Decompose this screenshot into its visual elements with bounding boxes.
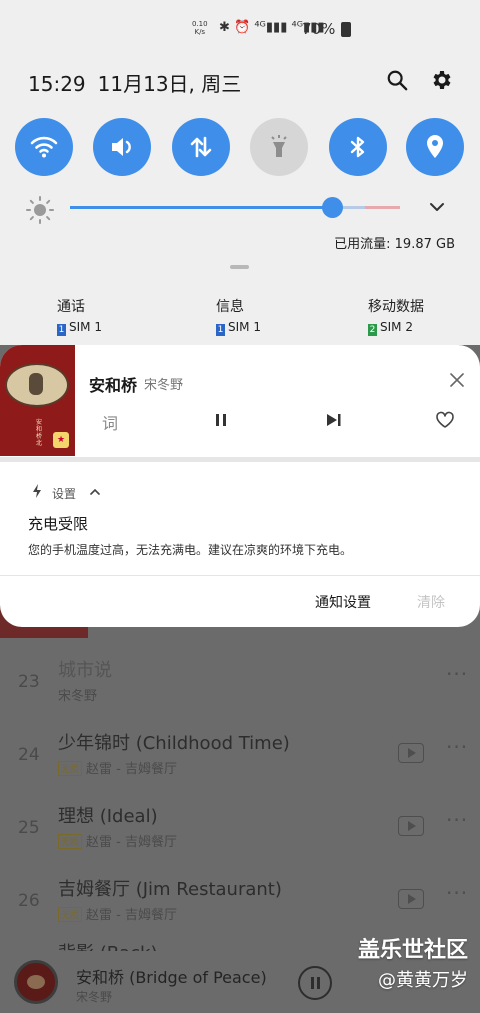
clear-button[interactable]: 清除 [417,592,445,612]
sim-messages[interactable]: 信息 1 SIM 1 [216,296,261,336]
flashlight-icon [271,135,287,157]
more-icon[interactable]: ··· [446,881,468,905]
album-art: 安和桥北 ★ [0,345,75,456]
notification-shade: 0.10 K/s ✱ ⏰ ⁴ᴳ▮▮▮ ⁴ᴳ▮▮▮ 70% 15:29 11月13日… [0,0,480,345]
watermark-title: 盖乐世社区 [357,938,468,963]
clock: 15:29 [28,72,86,96]
lossless-badge: 无损 [58,834,83,849]
sim-calls-label: 通话 [57,299,85,315]
list-item[interactable]: 24 少年锦时 (Childhood Time) 无损 赵雷 - 吉姆餐厅 ··· [0,723,480,795]
sim-number-badge: 1 [216,324,225,336]
track-title: 城市说 [58,660,112,681]
lossless-badge: 无损 [58,761,83,776]
lyrics-button[interactable]: 词 [102,410,118,434]
quick-settings [0,118,480,178]
notification-app-name: 设置 [52,487,77,501]
brightness-icon [26,196,54,224]
music-notification[interactable]: 安和桥北 ★ 安和桥 宋冬野 词 [0,345,480,462]
wifi-toggle[interactable] [15,118,73,176]
watermark-handle: @黄黄万岁 [378,970,468,991]
mini-player-artist: 宋冬野 [76,990,113,1004]
sim-settings-row: 通话 1 SIM 1 信息 1 SIM 1 移动数据 2 SIM 2 [0,296,480,336]
sim-calls[interactable]: 通话 1 SIM 1 [57,296,102,336]
app-badge-icon: ★ [53,432,69,448]
volume-icon [112,138,131,156]
battery-icon [341,22,351,37]
mini-player-pause-button[interactable] [298,966,332,1000]
sim-messages-label: 信息 [216,299,244,315]
location-toggle[interactable] [406,118,464,176]
video-icon[interactable] [398,816,424,836]
sound-toggle[interactable] [93,118,151,176]
wifi-icon [30,136,58,158]
brightness-slider-knob[interactable] [322,197,344,218]
mobile-data-toggle[interactable] [172,118,230,176]
data-usage: 已用流量: 19.87 GB [334,237,455,252]
track-title: 理想 (Ideal) [58,806,158,827]
date: 11月13日, 周三 [97,72,242,96]
pause-icon[interactable] [213,412,229,428]
lossless-badge: 无损 [58,907,83,922]
video-icon[interactable] [398,889,424,909]
sim-messages-value: 1 SIM 1 [216,320,261,336]
sim-mobile-data[interactable]: 移动数据 2 SIM 2 [368,296,424,336]
notification-title: 充电受限 [28,515,89,533]
track-artist: 宋冬野 [58,689,98,704]
sim-calls-value: 1 SIM 1 [57,320,102,336]
track-title: 吉姆餐厅 (Jim Restaurant) [58,879,282,900]
list-item[interactable]: 23 城市说 宋冬野 ··· [0,650,480,722]
notification-body: 您的手机温度过高，无法充满电。建议在凉爽的环境下充电。 [28,543,353,557]
brightness-slider-fill [70,206,333,209]
music-title: 安和桥 [89,376,138,395]
next-track-icon[interactable] [325,412,343,428]
network-speed: 0.10 K/s [192,20,208,36]
more-icon[interactable]: ··· [446,735,468,759]
data-transfer-icon [190,136,212,158]
chevron-up-icon[interactable] [90,488,100,496]
track-artist: 无损 赵雷 - 吉姆餐厅 [58,831,177,850]
brightness-slider[interactable] [70,197,400,218]
battery-percent: 70% [302,20,336,38]
sim-number-badge: 2 [368,324,377,336]
more-icon[interactable]: ··· [446,808,468,832]
music-artist: 宋冬野 [144,378,184,393]
video-icon[interactable] [398,743,424,763]
sim-mobile-data-label: 移动数据 [368,299,424,315]
track-number: 26 [18,891,40,911]
brightness-slider-high-zone [365,206,400,209]
notification-actions-divider [0,575,480,576]
shade-drag-handle[interactable] [230,265,249,269]
brightness-row [0,190,480,226]
chevron-down-icon[interactable] [428,200,446,214]
sim-number-badge: 1 [57,324,66,336]
lightning-icon [33,484,41,498]
bluetooth-icon [350,136,365,158]
notification-settings-button[interactable]: 通知设置 [315,592,371,612]
gear-icon[interactable] [430,68,454,92]
more-icon[interactable]: ··· [446,662,468,686]
track-artist: 无损 赵雷 - 吉姆餐厅 [58,758,177,777]
track-number: 25 [18,818,40,838]
search-icon[interactable] [386,69,408,91]
album-text: 安和桥北 [36,419,43,447]
bluetooth-toggle[interactable] [329,118,387,176]
heart-icon[interactable] [435,411,455,429]
status-bar: 0.10 K/s ✱ ⏰ ⁴ᴳ▮▮▮ ⁴ᴳ▮▮▮ 70% [0,0,480,60]
sim-mobile-data-value: 2 SIM 2 [368,320,413,336]
list-item[interactable]: 25 理想 (Ideal) 无损 赵雷 - 吉姆餐厅 ··· [0,796,480,868]
track-title: 少年锦时 (Childhood Time) [58,733,290,754]
list-item[interactable]: 26 吉姆餐厅 (Jim Restaurant) 无损 赵雷 - 吉姆餐厅 ··· [0,869,480,941]
charging-notification[interactable]: 设置 充电受限 您的手机温度过高，无法充满电。建议在凉爽的环境下充电。 通知设置… [0,462,480,627]
album-photo [5,363,69,407]
location-icon [427,135,443,158]
track-artist: 无损 赵雷 - 吉姆餐厅 [58,904,177,923]
clock-date: 15:29 11月13日, 周三 [28,68,241,97]
flashlight-toggle[interactable] [250,118,308,176]
track-number: 23 [18,672,40,692]
mini-player-title: 安和桥 (Bridge of Peace) [76,968,267,987]
track-number: 24 [18,745,40,765]
close-icon[interactable] [449,372,465,388]
mini-player-cover [14,960,58,1004]
